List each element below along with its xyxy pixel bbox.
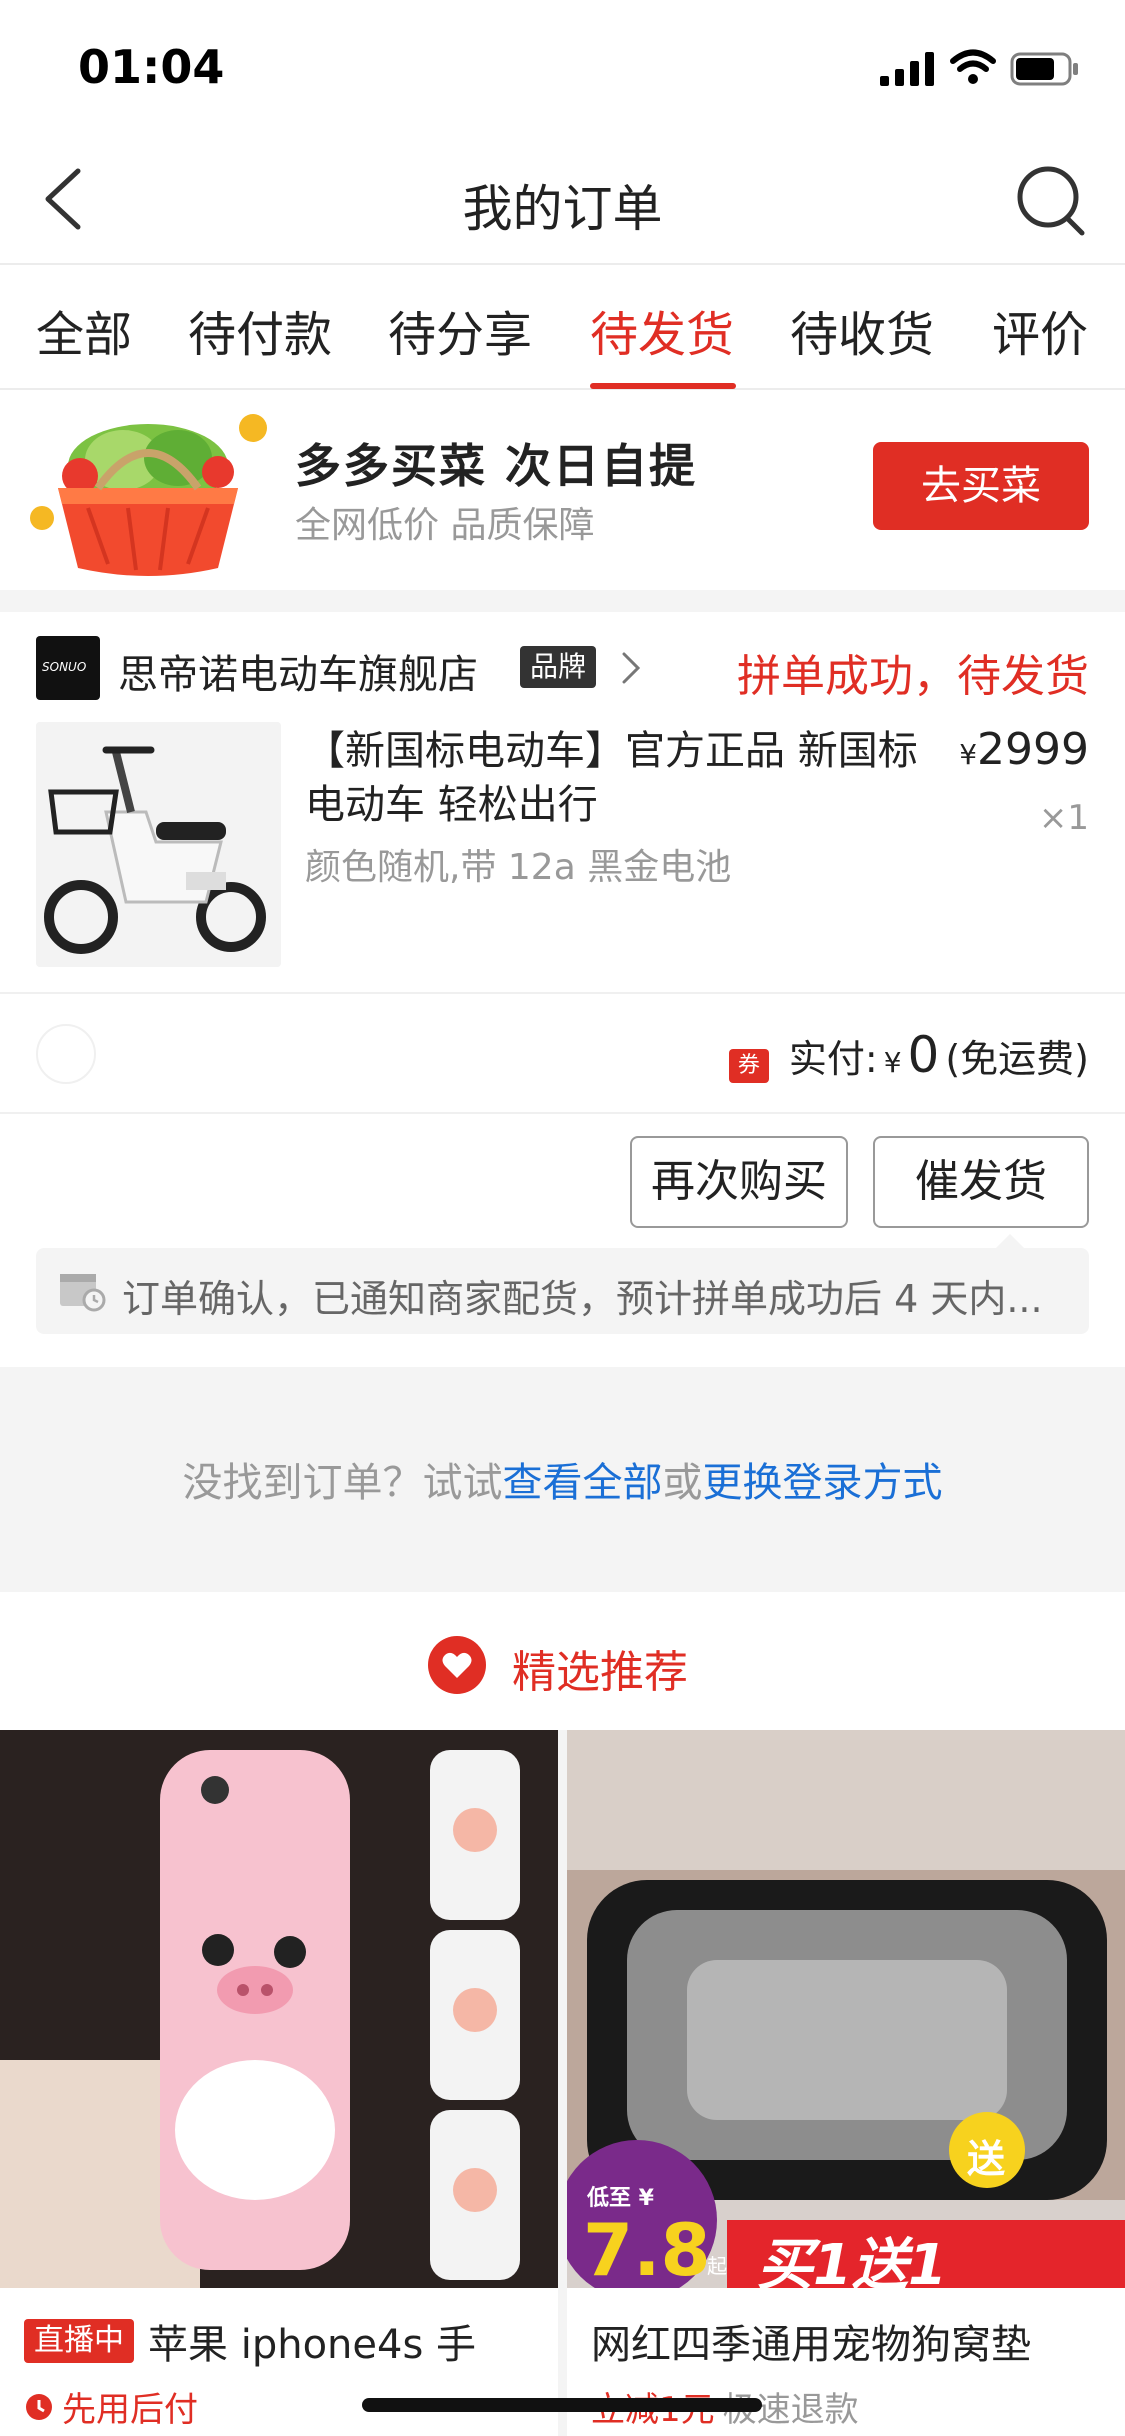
- product-image[interactable]: [36, 722, 281, 967]
- notice-text: 订单确认，已通知商家配货，预计拼单成功后 4 天内...: [122, 1277, 1043, 1321]
- order-notice[interactable]: 订单确认，已通知商家配货，预计拼单成功后 4 天内...: [36, 1234, 1089, 1334]
- product-spec: 颜色随机,带 12a 黑金电池: [305, 847, 732, 888]
- home-indicator[interactable]: [362, 2398, 762, 2412]
- tab-all[interactable]: 全部: [36, 295, 132, 365]
- store-logo[interactable]: SONUO: [36, 636, 100, 700]
- tab-pending-receipt[interactable]: 待收货: [790, 295, 934, 365]
- banner-subtitle: 全网低价 品质保障: [295, 505, 595, 546]
- buy-again-button[interactable]: 再次购买: [630, 1136, 848, 1228]
- status-bar: 01:04: [0, 0, 1125, 135]
- vegetable-basket-icon: [30, 414, 267, 576]
- product-card-image[interactable]: 低至 ¥ 7.8 起 买1送1 送: [567, 1730, 1125, 2288]
- paid-amount-line: 券 实付: ¥ 0 (免运费): [728, 1026, 1089, 1084]
- wifi-icon: [950, 49, 996, 84]
- divider: [0, 992, 1125, 994]
- product-card[interactable]: 直播中 苹果 iphone4s 手 先用后付: [0, 1730, 558, 2436]
- order-card: SONUO 思帝诺电动车旗舰店 品牌 拼单成功，待发货 【新国标电动车】官方正品…: [0, 612, 1125, 1367]
- recommend-grid: 直播中 苹果 iphone4s 手 先用后付 低至 ¥ 7.8 起 买1送1 送…: [0, 1730, 1125, 2436]
- help-middle: 或: [662, 1460, 703, 1506]
- promo-price: 7.8: [583, 2208, 711, 2288]
- product-card-title[interactable]: 网红四季通用宠物狗窝垫: [591, 2312, 1031, 2370]
- product-quantity: ×1: [1038, 798, 1089, 838]
- promo-gift: 送: [967, 2137, 1006, 2181]
- promo-banner: 买1送1: [757, 2233, 947, 2288]
- price-value: 2999: [977, 724, 1089, 775]
- chevron-right-icon[interactable]: [620, 648, 644, 688]
- recommend-header: 精选推荐: [0, 1592, 1125, 1730]
- pay-later-icon: [26, 2393, 52, 2420]
- coupon-tag: 券: [728, 1049, 769, 1083]
- help-prefix: 没找到订单？试试: [182, 1460, 503, 1506]
- banner-title: 多多买菜 次日自提: [295, 439, 698, 493]
- active-tab-indicator: [590, 383, 736, 389]
- view-all-link[interactable]: 查看全部: [503, 1460, 663, 1506]
- change-login-link[interactable]: 更换登录方式: [703, 1460, 943, 1506]
- product-card-image[interactable]: [0, 1730, 558, 2288]
- nav-bar: 我的订单: [0, 135, 1125, 265]
- product-card-title-text: 苹果 iphone4s 手: [148, 2322, 477, 2368]
- store-logo-text: SONUO: [42, 660, 87, 674]
- product-price: ¥2999: [959, 724, 1089, 775]
- order-status: 拼单成功，待发货: [737, 651, 1089, 702]
- paid-symbol: ¥: [883, 1046, 902, 1079]
- tab-pending-payment[interactable]: 待付款: [188, 295, 332, 365]
- brand-badge: 品牌: [520, 646, 597, 688]
- product-card-title[interactable]: 直播中 苹果 iphone4s 手: [24, 2312, 476, 2370]
- tab-pending-shipment[interactable]: 待发货: [590, 295, 734, 365]
- tab-review[interactable]: 评价: [992, 295, 1088, 365]
- pay-later-tag: 先用后付: [62, 2390, 198, 2430]
- shipping-note: (免运费): [945, 1037, 1089, 1081]
- promo-qi: 起: [707, 2254, 727, 2278]
- search-icon[interactable]: [1010, 159, 1090, 239]
- paid-label: 实付:: [788, 1037, 878, 1081]
- recommend-title: 精选推荐: [512, 1647, 688, 1698]
- group-avatar: [36, 1024, 96, 1084]
- product-title[interactable]: 【新国标电动车】官方正品 新国标电动车 轻松出行: [305, 724, 925, 832]
- go-buy-vegetables-button[interactable]: 去买菜: [873, 442, 1089, 530]
- notice-arrow: [994, 1234, 1026, 1250]
- order-tabs: 全部 待付款 待分享 待发货 待收货 评价: [0, 265, 1125, 390]
- order-clock-icon: [60, 1274, 106, 1312]
- price-symbol: ¥: [959, 738, 978, 771]
- divider: [0, 1112, 1125, 1114]
- status-time: 01:04: [78, 40, 225, 94]
- tab-pending-share[interactable]: 待分享: [388, 295, 532, 365]
- product-card-tags: 先用后付: [24, 2382, 198, 2431]
- battery-icon: [1010, 52, 1078, 86]
- live-badge: 直播中: [24, 2319, 134, 2363]
- page-title: 我的订单: [462, 180, 663, 238]
- heart-icon: [428, 1636, 486, 1694]
- order-not-found-help: 没找到订单？试试查看全部或更换登录方式: [0, 1450, 1125, 1508]
- store-name[interactable]: 思帝诺电动车旗舰店: [118, 642, 478, 700]
- grocery-banner[interactable]: 多多买菜 次日自提 全网低价 品质保障 去买菜: [0, 390, 1125, 590]
- paid-amount: 0: [907, 1026, 940, 1084]
- product-card[interactable]: 低至 ¥ 7.8 起 买1送1 送 网红四季通用宠物狗窝垫 立减1元 极速退款: [567, 1730, 1125, 2436]
- urge-shipment-button[interactable]: 催发货: [873, 1136, 1089, 1228]
- signal-icon: [880, 52, 934, 86]
